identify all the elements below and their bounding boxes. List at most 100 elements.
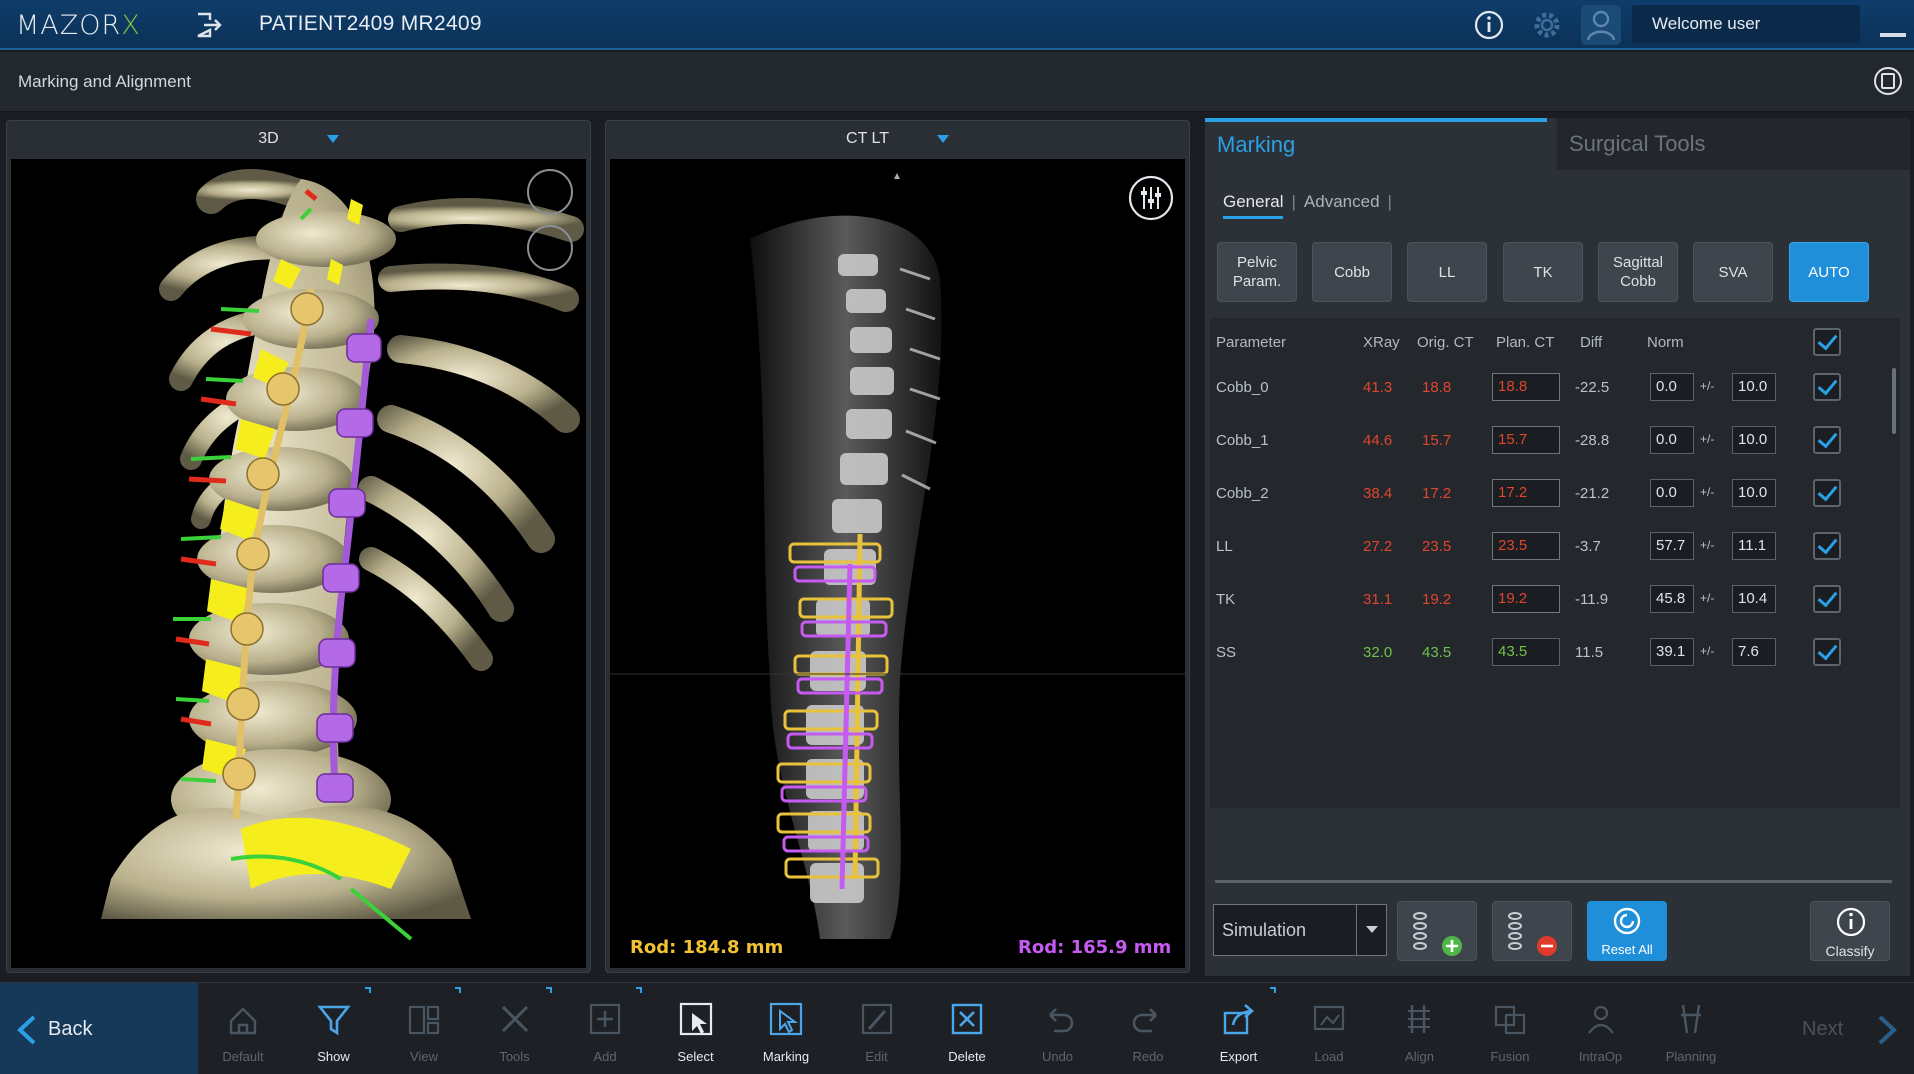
- norm-field[interactable]: 39.1: [1650, 638, 1694, 666]
- viewport-ct[interactable]: CT LT: [605, 120, 1190, 973]
- plan-ct-field[interactable]: 19.2: [1492, 585, 1560, 613]
- gear-icon[interactable]: [1530, 8, 1564, 42]
- row-checkbox[interactable]: [1813, 532, 1841, 560]
- norm-field[interactable]: 0.0: [1650, 479, 1694, 507]
- mazor-logo: MAZORX: [16, 10, 141, 41]
- toolbar-marking-button[interactable]: Marking: [741, 983, 831, 1074]
- tolerance-field[interactable]: 10.0: [1732, 373, 1776, 401]
- screenshot-icon[interactable]: [1872, 65, 1904, 97]
- cell-orig-ct: 43.5: [1422, 644, 1452, 661]
- chevron-left-icon: [17, 1015, 36, 1045]
- ll-button[interactable]: LL: [1407, 242, 1487, 302]
- simulation-dropdown[interactable]: Simulation: [1213, 904, 1387, 956]
- cobb-button[interactable]: Cobb: [1312, 242, 1392, 302]
- sagittal-cobb-button[interactable]: Sagittal Cobb: [1598, 242, 1678, 302]
- tab-surgical-tools[interactable]: Surgical Tools: [1557, 118, 1910, 170]
- toolbar-fusion-button[interactable]: Fusion: [1465, 983, 1555, 1074]
- toolbar-align-button[interactable]: Align: [1375, 983, 1465, 1074]
- tolerance-field[interactable]: 10.4: [1732, 585, 1776, 613]
- reset-all-button[interactable]: Reset All: [1587, 901, 1667, 961]
- plan-ct-field[interactable]: 23.5: [1492, 532, 1560, 560]
- toolbar-default-button[interactable]: Default: [198, 983, 288, 1074]
- auto-button[interactable]: AUTO: [1789, 242, 1869, 302]
- next-button[interactable]: Next: [1716, 983, 1914, 1074]
- toolbar-delete-button[interactable]: Delete: [922, 983, 1012, 1074]
- rod-length-gold: Rod: 184.8 mm: [630, 937, 784, 958]
- toolbar-redo-button[interactable]: Redo: [1103, 983, 1193, 1074]
- norm-field[interactable]: 0.0: [1650, 373, 1694, 401]
- pelvic-param-button[interactable]: Pelvic Param.: [1217, 242, 1297, 302]
- subheader: Marking and Alignment: [0, 52, 1914, 112]
- tab-marking[interactable]: Marking: [1205, 118, 1547, 170]
- toolbar-undo-button[interactable]: Undo: [1013, 983, 1103, 1074]
- viewport-orientation-icon[interactable]: [527, 169, 573, 215]
- norm-field[interactable]: 0.0: [1650, 426, 1694, 454]
- classify-button[interactable]: Classify: [1810, 901, 1890, 961]
- next-label: Next: [1802, 1018, 1844, 1040]
- row-checkbox[interactable]: [1813, 373, 1841, 401]
- norm-field[interactable]: 45.8: [1650, 585, 1694, 613]
- ct-render-canvas[interactable]: [610, 159, 1185, 968]
- viewport-3d-header[interactable]: 3D: [7, 121, 590, 157]
- toolbar-view-button[interactable]: View: [379, 983, 469, 1074]
- back-button[interactable]: Back: [0, 983, 198, 1074]
- cell-diff: -3.7: [1575, 538, 1601, 555]
- cell-orig-ct: 17.2: [1422, 485, 1452, 502]
- plan-ct-field[interactable]: 18.8: [1492, 373, 1560, 401]
- subtab-advanced[interactable]: Advanced: [1304, 192, 1380, 212]
- tolerance-field[interactable]: 7.6: [1732, 638, 1776, 666]
- plan-ct-field[interactable]: 15.7: [1492, 426, 1560, 454]
- submenu-indicator: [1269, 987, 1276, 993]
- row-checkbox[interactable]: [1813, 638, 1841, 666]
- tk-button[interactable]: TK: [1503, 242, 1583, 302]
- toolbar-tools-button[interactable]: Tools: [470, 983, 560, 1074]
- welcome-user[interactable]: Welcome user: [1632, 5, 1860, 43]
- info-icon[interactable]: [1473, 9, 1505, 41]
- viewport-rotate-icon[interactable]: [527, 225, 573, 271]
- minimize-button[interactable]: [1880, 33, 1906, 37]
- chevron-down-icon[interactable]: [1356, 905, 1386, 955]
- edit-icon: [861, 1003, 892, 1035]
- toolbar-load-button[interactable]: Load: [1284, 983, 1374, 1074]
- select-all-checkbox[interactable]: [1813, 328, 1841, 356]
- fusion-icon: [1494, 1005, 1526, 1035]
- viewport-3d[interactable]: 3D: [6, 120, 591, 973]
- subtab-general[interactable]: General: [1223, 192, 1284, 219]
- tolerance-field[interactable]: 10.0: [1732, 426, 1776, 454]
- toolbar-select-button[interactable]: Select: [651, 983, 741, 1074]
- layout-icon: [408, 1005, 440, 1035]
- tolerance-field[interactable]: 11.1: [1732, 532, 1776, 560]
- 3d-render-canvas[interactable]: Rod: 184.8 mm: [11, 159, 586, 968]
- chevron-down-icon[interactable]: [326, 134, 339, 143]
- row-checkbox[interactable]: [1813, 585, 1841, 613]
- add-icon: [589, 1003, 621, 1035]
- plan-ct-field[interactable]: 17.2: [1492, 479, 1560, 507]
- tolerance-field[interactable]: 10.0: [1732, 479, 1776, 507]
- image-settings-icon[interactable]: [1128, 175, 1174, 221]
- remove-level-button[interactable]: [1492, 901, 1572, 961]
- tools-icon: [501, 1005, 528, 1033]
- top-bar: MAZORX PATIENT2409 MR2409 Welcome user: [0, 0, 1914, 50]
- sva-button[interactable]: SVA: [1693, 242, 1773, 302]
- chevron-down-icon[interactable]: [936, 134, 949, 143]
- toolbar-label: Redo: [1132, 1049, 1164, 1064]
- plan-ct-field[interactable]: 43.5: [1492, 638, 1560, 666]
- table-row: LL 27.2 23.5 23.5 -3.7 57.7 +/- 11.1: [1210, 523, 1900, 575]
- toolbar-intraop-button[interactable]: IntraOp: [1556, 983, 1646, 1074]
- toolbar-edit-button[interactable]: Edit: [832, 983, 922, 1074]
- exit-icon[interactable]: [192, 10, 222, 40]
- cell-diff: -28.8: [1575, 432, 1610, 449]
- toolbar-add-button[interactable]: Add: [560, 983, 650, 1074]
- viewport-ct-header[interactable]: CT LT: [606, 121, 1189, 157]
- row-checkbox[interactable]: [1813, 426, 1841, 454]
- cell-diff: 11.5: [1575, 644, 1604, 661]
- row-checkbox[interactable]: [1813, 479, 1841, 507]
- toolbar-export-button[interactable]: Export: [1194, 983, 1284, 1074]
- viewport-3d-title: 3D: [258, 130, 279, 147]
- marking-panel: Marking Surgical Tools General | Advanced |…: [1205, 118, 1910, 976]
- toolbar-label: IntraOp: [1578, 1049, 1623, 1064]
- norm-field[interactable]: 57.7: [1650, 532, 1694, 560]
- user-icon[interactable]: [1580, 4, 1622, 46]
- toolbar-show-button[interactable]: Show: [289, 983, 379, 1074]
- add-level-button[interactable]: [1397, 901, 1477, 961]
